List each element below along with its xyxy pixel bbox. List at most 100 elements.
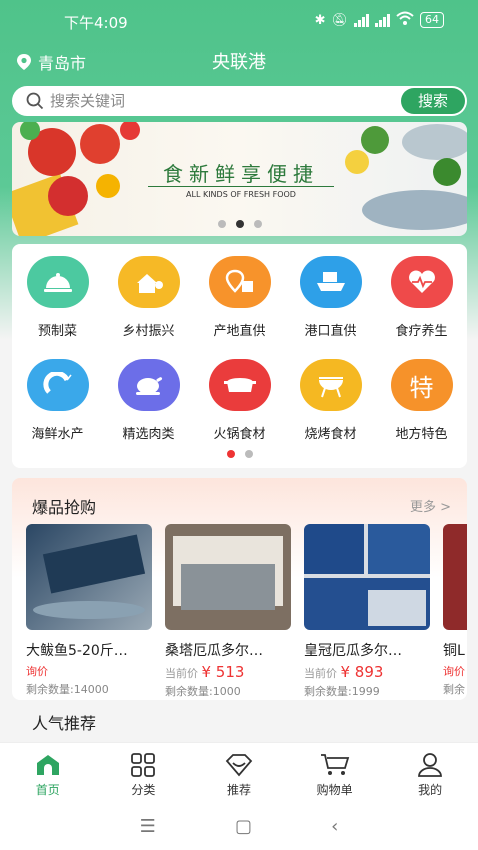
- status-bar: 下午4:09 ✱ 🔕︎ 64: [0, 0, 478, 44]
- search-icon: [26, 92, 44, 110]
- category-label: 精选肉类: [122, 427, 175, 442]
- category-prepared-food[interactable]: 预制菜: [12, 256, 103, 339]
- category-port-supply[interactable]: 港口直供: [285, 256, 376, 339]
- grid-icon: [131, 753, 156, 777]
- specialty-icon: 特: [390, 359, 453, 411]
- product-image: [165, 524, 291, 630]
- banner-subtitle: ALL KINDS OF FRESH FOOD: [186, 190, 296, 199]
- menu-icon[interactable]: ☰: [140, 816, 156, 837]
- home-square-icon[interactable]: ▢: [235, 816, 252, 837]
- user-icon: [418, 753, 443, 777]
- recommend-icon: [225, 754, 253, 777]
- price-prefix: 当前价: [304, 667, 337, 680]
- wifi-icon: [396, 11, 414, 29]
- tab-category[interactable]: 分类: [96, 743, 192, 802]
- stock-count: 剩余数量:1000: [165, 685, 241, 698]
- product-name: 大鲅鱼5-20斤…: [26, 643, 128, 659]
- category-label: 食疗养生: [395, 324, 448, 339]
- tab-shopping-list[interactable]: 购物单: [287, 743, 383, 802]
- status-time: 下午4:09: [64, 14, 128, 32]
- food-cloche-icon: [26, 256, 89, 308]
- signal-icon-2: [375, 13, 390, 27]
- category-origin-supply[interactable]: 产地直供: [194, 256, 285, 339]
- heart-pulse-icon: [390, 256, 453, 308]
- category-pagination: [12, 450, 467, 458]
- category-label: 港口直供: [304, 324, 357, 339]
- price-prefix: 当前价: [165, 667, 198, 680]
- banner-title: 食新鲜享便捷: [163, 162, 319, 186]
- category-label: 乡村振兴: [122, 324, 175, 339]
- product-card[interactable]: 皇冠厄瓜多尔… 当前价 ¥ 893 剩余数量:1999: [304, 524, 430, 699]
- recommend-title: 人气推荐: [32, 714, 97, 733]
- cargo-ship-icon: [299, 256, 362, 308]
- category-bbq[interactable]: 烧烤食材: [285, 359, 376, 442]
- search-bar: 搜索: [12, 86, 467, 116]
- category-label: 火锅食材: [213, 427, 266, 442]
- inquiry-label: 询价: [443, 665, 465, 678]
- product-card[interactable]: 大鲅鱼5-20斤… 询价 剩余数量:14000: [26, 524, 152, 697]
- bottom-tab-bar: 首页 分类 推荐 购物单 我的: [0, 742, 478, 802]
- tab-label: 首页: [35, 783, 60, 797]
- origin-location-icon: [208, 256, 271, 308]
- home-icon: [36, 755, 59, 775]
- bbq-grill-icon: [299, 359, 362, 411]
- category-label: 海鲜水产: [31, 427, 84, 442]
- back-icon[interactable]: ‹: [331, 816, 338, 837]
- product-name: 皇冠厄瓜多尔…: [304, 643, 402, 659]
- more-link[interactable]: 更多 >: [410, 496, 451, 515]
- category-seafood[interactable]: 海鲜水产: [12, 359, 103, 442]
- product-name: 桑塔厄瓜多尔…: [165, 643, 263, 659]
- product-image: [304, 524, 430, 630]
- stock-count: 剩余数量:14000: [26, 683, 109, 696]
- category-label: 地方特色: [395, 427, 448, 442]
- status-icons: ✱ 🔕︎ 64: [315, 11, 444, 29]
- search-input[interactable]: [50, 92, 370, 110]
- category-local-specialty[interactable]: 特 地方特色: [376, 359, 467, 442]
- search-button[interactable]: 搜索: [401, 88, 465, 114]
- tab-label: 我的: [418, 783, 443, 797]
- stock-count: 剩余: [443, 683, 465, 696]
- tab-label: 分类: [131, 783, 156, 797]
- category-hotpot[interactable]: 火锅食材: [194, 359, 285, 442]
- hotpot-icon: [208, 359, 271, 411]
- cart-icon: [320, 754, 349, 775]
- product-card[interactable]: 铜L 询价 剩余: [443, 524, 467, 697]
- tab-profile[interactable]: 我的: [382, 743, 478, 802]
- product-price: ¥ 513: [201, 663, 245, 681]
- product-name: 铜L: [443, 643, 465, 659]
- bluetooth-icon: ✱: [314, 12, 326, 28]
- mute-icon: 🔕︎: [331, 12, 348, 28]
- roast-chicken-icon: [117, 359, 180, 411]
- category-label: 预制菜: [37, 324, 77, 339]
- category-label: 产地直供: [213, 324, 266, 339]
- tab-label: 推荐: [226, 783, 251, 797]
- tab-recommend[interactable]: 推荐: [191, 743, 287, 802]
- category-grid: 预制菜 乡村振兴 产地直供 港口直供 食疗养生 海鲜水产 精选肉类 火锅食材 烧…: [12, 256, 467, 442]
- shrimp-icon: [26, 359, 89, 411]
- signal-icon: [354, 13, 369, 27]
- product-image: [443, 524, 467, 630]
- seafood-image: [345, 124, 467, 230]
- promo-banner[interactable]: 食新鲜享便捷 ALL KINDS OF FRESH FOOD: [12, 122, 467, 236]
- app-header: 青岛市 央联港: [0, 46, 478, 76]
- tab-home[interactable]: 首页: [0, 743, 96, 802]
- system-navigation-bar: ☰ ▢ ‹: [0, 802, 478, 850]
- vegetables-image: [12, 122, 140, 236]
- product-image: [26, 524, 152, 630]
- category-diet-health[interactable]: 食疗养生: [376, 256, 467, 339]
- section-title: 爆品抢购: [32, 498, 97, 517]
- product-card[interactable]: 桑塔厄瓜多尔… 当前价 ¥ 513 剩余数量:1000: [165, 524, 291, 699]
- village-house-icon: [117, 256, 180, 308]
- category-meat[interactable]: 精选肉类: [103, 359, 194, 442]
- battery-icon: 64: [420, 12, 444, 28]
- product-price: ¥ 893: [340, 663, 384, 681]
- inquiry-label: 询价: [26, 665, 48, 678]
- banner-divider: [148, 186, 334, 187]
- category-card: 预制菜 乡村振兴 产地直供 港口直供 食疗养生 海鲜水产 精选肉类 火锅食材 烧…: [12, 244, 467, 468]
- category-rural-revitalization[interactable]: 乡村振兴: [103, 256, 194, 339]
- category-label: 烧烤食材: [304, 427, 357, 442]
- page-title: 央联港: [212, 52, 266, 73]
- tab-label: 购物单: [316, 783, 353, 797]
- stock-count: 剩余数量:1999: [304, 685, 380, 698]
- banner-pagination: [12, 220, 467, 228]
